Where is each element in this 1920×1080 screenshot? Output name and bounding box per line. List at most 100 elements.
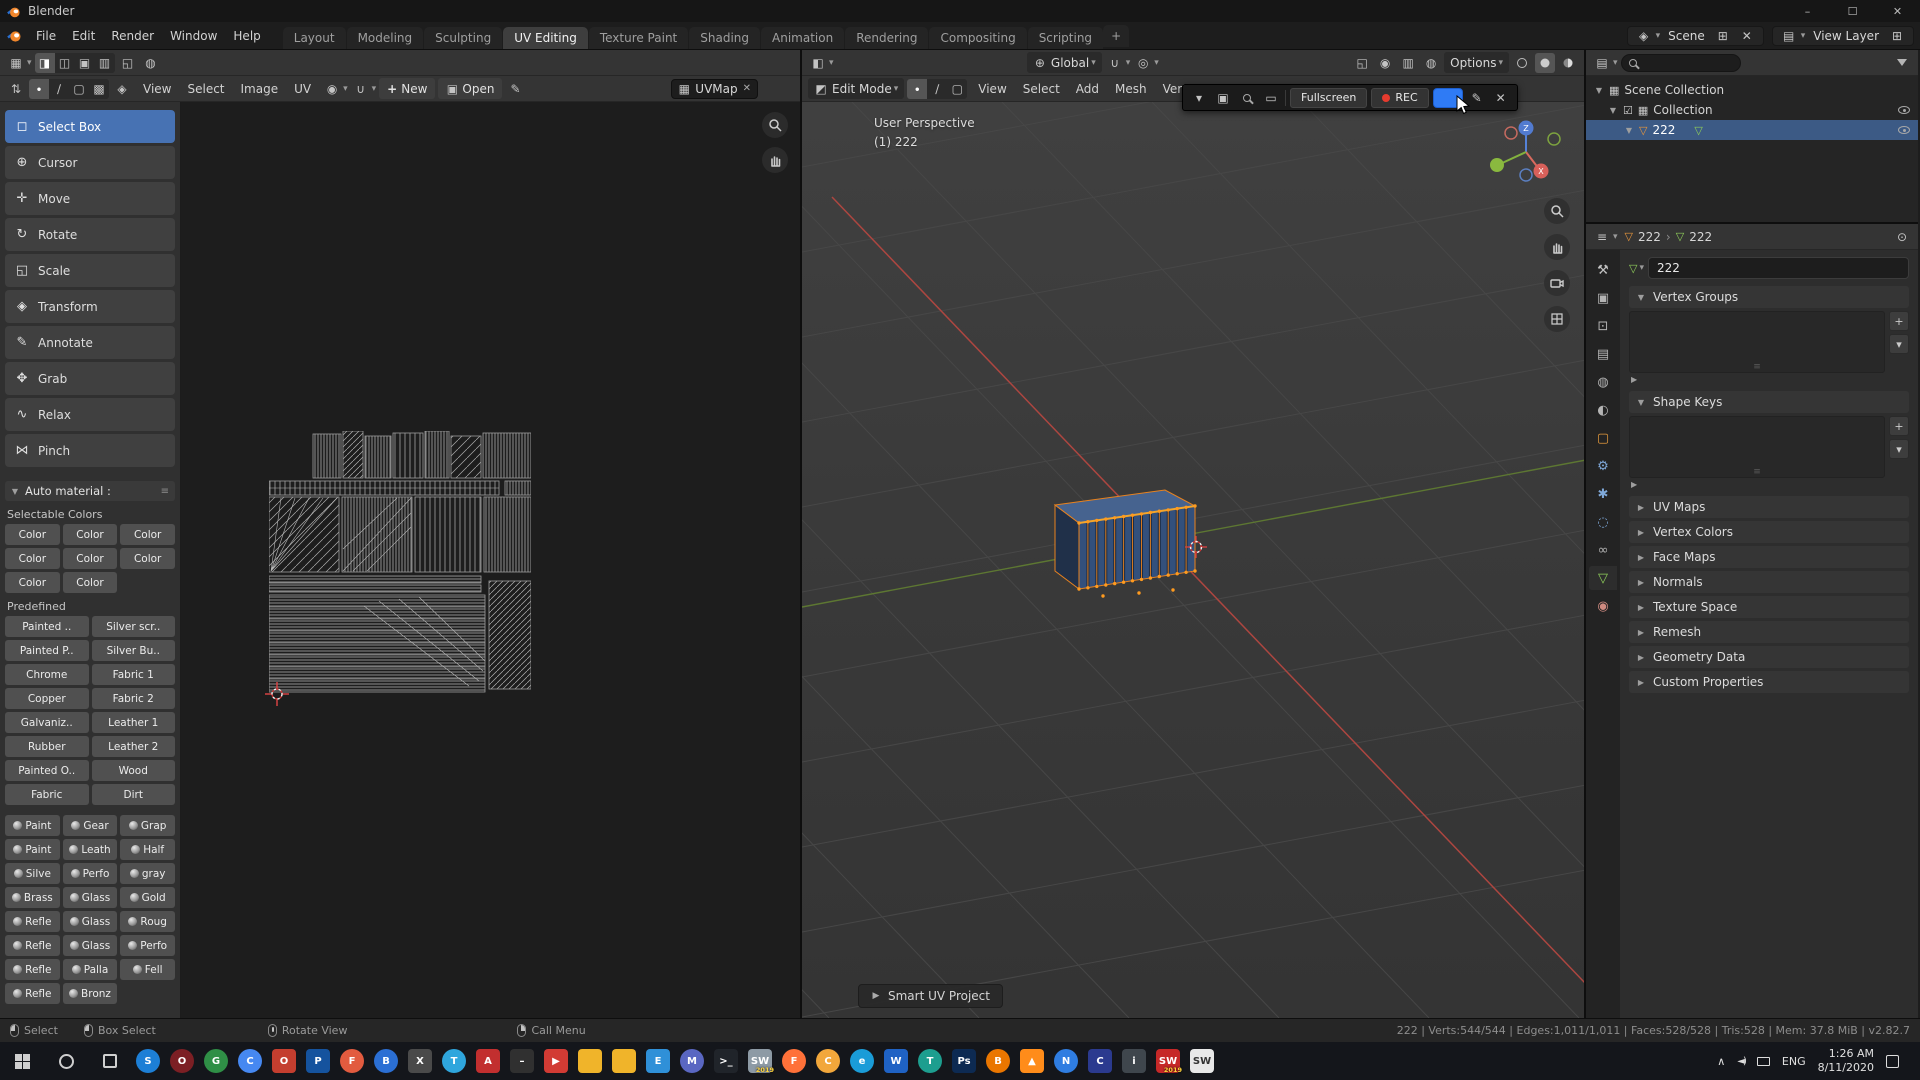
pin-icon[interactable]: ⊙ bbox=[1892, 227, 1912, 247]
viewport-menu[interactable]: Select bbox=[1015, 82, 1068, 96]
material-button[interactable]: Paint bbox=[5, 815, 60, 836]
shape-key-specials-button[interactable]: ▾ bbox=[1889, 439, 1909, 459]
color-button[interactable]: Color bbox=[5, 548, 60, 569]
material-button[interactable]: Glass bbox=[63, 887, 118, 908]
panel-collapsed[interactable]: ▶ Remesh bbox=[1629, 621, 1909, 643]
properties-tab[interactable]: ◐ bbox=[1589, 398, 1617, 422]
transform-orientation-dropdown[interactable]: ⊕ Global ▾ bbox=[1027, 52, 1102, 73]
camera-view-icon[interactable] bbox=[1544, 270, 1570, 296]
material-button[interactable]: Perfo bbox=[63, 863, 118, 884]
predefined-material-button[interactable]: Painted .. bbox=[5, 616, 89, 637]
properties-tab[interactable]: ▤ bbox=[1589, 342, 1617, 366]
viewport-menu[interactable]: View bbox=[970, 82, 1014, 96]
taskbar-app-icon[interactable]: T bbox=[918, 1049, 942, 1073]
workspace-tab[interactable]: Modeling bbox=[347, 27, 424, 49]
tray-expand-icon[interactable]: ∧ bbox=[1717, 1055, 1725, 1068]
material-button[interactable]: Grap bbox=[120, 815, 175, 836]
recorder-search-icon[interactable] bbox=[1237, 88, 1257, 108]
color-button[interactable]: Color bbox=[63, 524, 118, 545]
menubar-menu[interactable]: File bbox=[28, 29, 64, 43]
color-button[interactable]: Color bbox=[63, 548, 118, 569]
properties-tab[interactable]: ⚙ bbox=[1589, 454, 1617, 478]
show-overlays-icon[interactable]: ◉ bbox=[1375, 53, 1395, 73]
snap-magnet-icon[interactable]: ∪ bbox=[1105, 53, 1125, 73]
predefined-material-button[interactable]: Leather 2 bbox=[92, 736, 176, 757]
language-indicator[interactable]: ENG bbox=[1782, 1055, 1806, 1068]
ortho-toggle-icon[interactable] bbox=[1544, 306, 1570, 332]
panel-collapsed[interactable]: ▶ Normals bbox=[1629, 571, 1909, 593]
workspace-tab[interactable]: Compositing bbox=[929, 27, 1026, 49]
material-button[interactable]: Perfo bbox=[120, 935, 175, 956]
panel-vertex-groups[interactable]: ▼ Vertex Groups bbox=[1629, 286, 1909, 308]
material-button[interactable]: Roug bbox=[120, 911, 175, 932]
fullscreen-button[interactable]: Fullscreen bbox=[1290, 88, 1367, 108]
predefined-material-button[interactable]: Silver Bu.. bbox=[92, 640, 176, 661]
shape-keys-list[interactable]: ≡ bbox=[1629, 416, 1885, 478]
unlink-icon[interactable]: ✕ bbox=[743, 83, 751, 94]
image-new-button[interactable]: +New bbox=[379, 78, 435, 99]
properties-tab[interactable]: ▣ bbox=[1589, 286, 1617, 310]
filter-icon[interactable] bbox=[1892, 53, 1912, 73]
taskbar-app-icon[interactable]: O bbox=[272, 1049, 296, 1073]
properties-tab[interactable]: ⊡ bbox=[1589, 314, 1617, 338]
material-button[interactable]: Fell bbox=[120, 959, 175, 980]
vertex-group-specials-button[interactable]: ▾ bbox=[1889, 334, 1909, 354]
tool-button[interactable]: ∿ Relax bbox=[5, 398, 175, 431]
blender-menu-icon[interactable] bbox=[6, 28, 22, 44]
outliner-row-object-222[interactable]: ▼ ▽ 222 ▽ bbox=[1586, 120, 1918, 140]
material-button[interactable]: Refle bbox=[5, 911, 60, 932]
uv-editor-menu[interactable]: Image bbox=[233, 82, 287, 96]
workspace-tab[interactable]: Animation bbox=[761, 27, 844, 49]
taskbar-app-icon[interactable]: G bbox=[204, 1049, 228, 1073]
taskbar-app-icon[interactable]: Ps bbox=[952, 1049, 976, 1073]
specials-arrow-icon[interactable]: ▶ bbox=[1631, 375, 1909, 384]
select-face-icon[interactable]: ▢ bbox=[947, 79, 967, 99]
viewport-menu[interactable]: Add bbox=[1068, 82, 1107, 96]
viewport-menu[interactable]: Mesh bbox=[1107, 82, 1155, 96]
tool-button[interactable]: ✎ Annotate bbox=[5, 326, 175, 359]
tool-button[interactable]: ↻ Rotate bbox=[5, 218, 175, 251]
predefined-material-button[interactable]: Painted O.. bbox=[5, 760, 89, 781]
workspace-tab[interactable]: Sculpting bbox=[424, 27, 502, 49]
material-button[interactable]: Brass bbox=[5, 887, 60, 908]
predefined-material-button[interactable]: Wood bbox=[92, 760, 176, 781]
taskbar-app-icon[interactable]: SW bbox=[1190, 1049, 1214, 1073]
overlay-toggle-icon[interactable]: ◍ bbox=[141, 53, 161, 73]
new-scene-icon[interactable]: ⊞ bbox=[1713, 26, 1733, 46]
mesh-object[interactable] bbox=[1055, 490, 1197, 598]
properties-tab[interactable]: ▢ bbox=[1589, 426, 1617, 450]
workspace-tab[interactable]: Layout bbox=[283, 27, 346, 49]
taskbar-app-icon[interactable]: E bbox=[646, 1049, 670, 1073]
workspace-tab[interactable]: Shading bbox=[689, 27, 760, 49]
properties-tab[interactable]: ∞ bbox=[1589, 538, 1617, 562]
taskbar-app-icon[interactable]: B bbox=[986, 1049, 1010, 1073]
hide-in-viewport-icon[interactable] bbox=[1898, 106, 1910, 114]
editor-type-icon[interactable]: ◧ bbox=[808, 53, 828, 73]
taskbar-app-icon[interactable]: C bbox=[1088, 1049, 1112, 1073]
collection-checkbox[interactable]: ☑ bbox=[1623, 104, 1633, 117]
taskbar-app-icon[interactable]: F bbox=[340, 1049, 364, 1073]
snap-magnet-icon[interactable]: ∪ bbox=[351, 79, 371, 99]
taskbar-app-icon[interactable]: P bbox=[306, 1049, 330, 1073]
properties-tab[interactable]: ⚒ bbox=[1589, 258, 1617, 282]
properties-tab[interactable]: ✱ bbox=[1589, 482, 1617, 506]
resize-grip-icon[interactable]: ≡ bbox=[1753, 362, 1761, 372]
expand-arrow-icon[interactable]: ▼ bbox=[1594, 86, 1604, 95]
taskbar-app-icon[interactable] bbox=[578, 1049, 602, 1073]
hide-in-viewport-icon[interactable] bbox=[1898, 126, 1910, 134]
workspace-tab[interactable]: UV Editing bbox=[503, 27, 588, 49]
color-button[interactable]: Color bbox=[5, 572, 60, 593]
panel-collapsed[interactable]: ▶ Custom Properties bbox=[1629, 671, 1909, 693]
material-button[interactable]: Bronz bbox=[63, 983, 118, 1004]
recorder-dropdown-icon[interactable]: ▾ bbox=[1189, 88, 1209, 108]
action-center-icon[interactable] bbox=[1886, 1055, 1899, 1068]
taskbar-app-icon[interactable]: T bbox=[442, 1049, 466, 1073]
new-view-layer-icon[interactable]: ⊞ bbox=[1887, 26, 1907, 46]
network-icon[interactable] bbox=[1757, 1057, 1770, 1066]
taskbar-app-icon[interactable]: A bbox=[476, 1049, 500, 1073]
recorder-region-icon[interactable]: ▭ bbox=[1261, 88, 1281, 108]
menubar-menu[interactable]: Render bbox=[103, 29, 162, 43]
taskbar-app-icon[interactable]: SW 2019 bbox=[748, 1049, 772, 1073]
operator-panel[interactable]: ▶ Smart UV Project bbox=[858, 984, 1003, 1008]
display-toggle-icon[interactable]: ▥ bbox=[95, 53, 115, 73]
